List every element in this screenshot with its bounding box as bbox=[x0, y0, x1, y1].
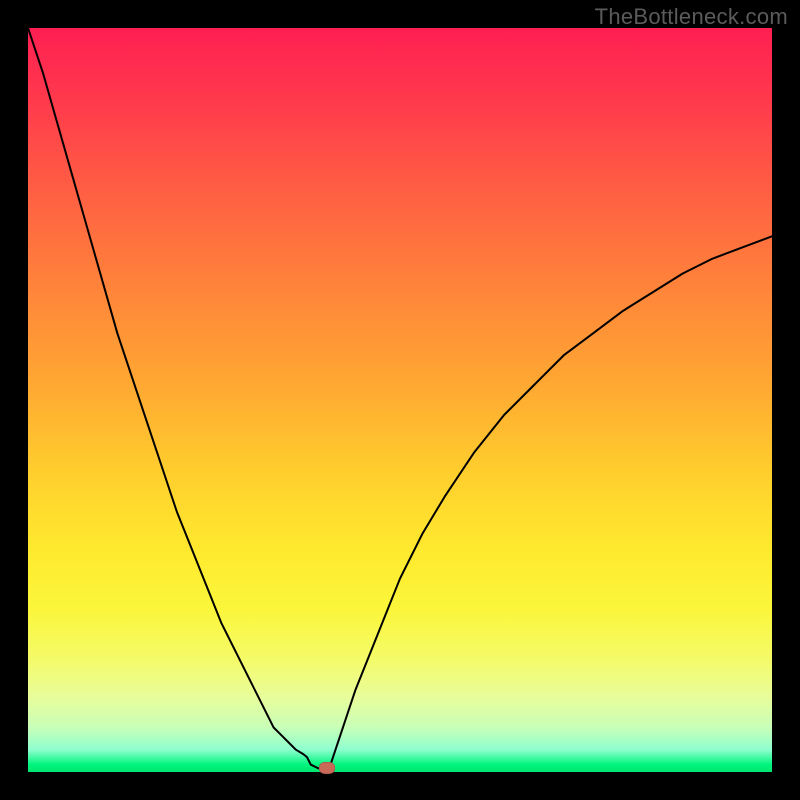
bottleneck-curve bbox=[28, 28, 772, 768]
optimum-marker bbox=[319, 762, 335, 774]
plot-svg bbox=[28, 28, 772, 772]
watermark-text: TheBottleneck.com bbox=[595, 4, 788, 30]
plot-frame bbox=[28, 28, 772, 772]
